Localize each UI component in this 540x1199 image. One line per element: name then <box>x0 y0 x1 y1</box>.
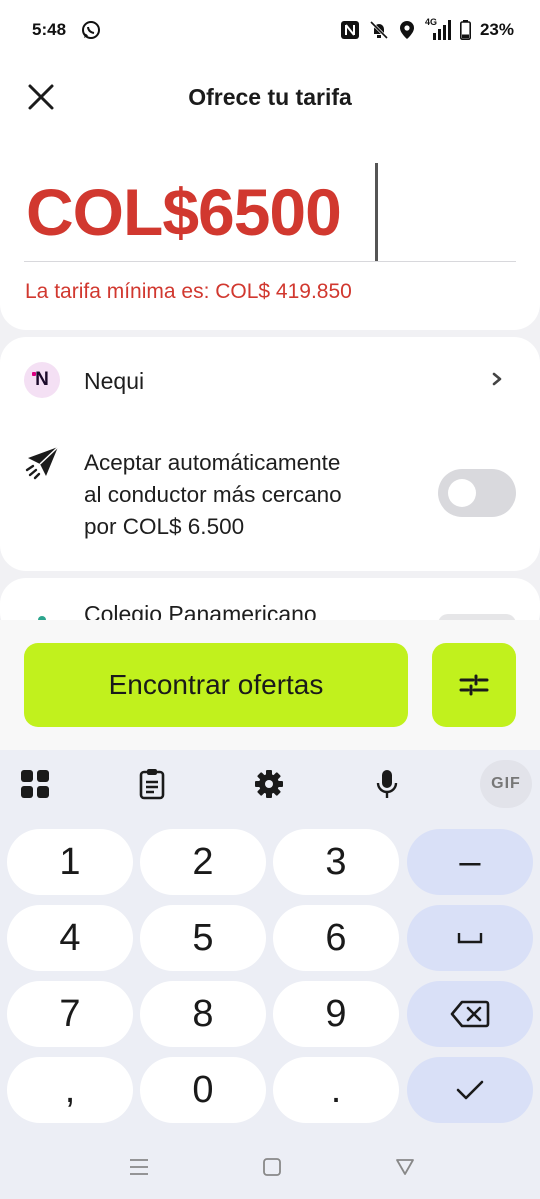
microphone-icon <box>376 770 398 798</box>
key-2[interactable]: 2 <box>140 829 266 895</box>
page-title: Ofrece tu tarifa <box>188 84 352 110</box>
nequi-logo-letter: N <box>35 369 49 390</box>
space-icon <box>457 933 483 944</box>
key-period[interactable]: . <box>273 1057 399 1123</box>
key-comma[interactable]: , <box>7 1057 133 1123</box>
key-0[interactable]: 0 <box>140 1057 266 1123</box>
paper-plane-icon <box>25 446 59 480</box>
find-offers-button[interactable]: Encontrar ofertas <box>24 643 408 727</box>
square-icon <box>263 1158 281 1176</box>
settings-button[interactable] <box>249 764 289 804</box>
nequi-logo: N <box>24 362 60 398</box>
status-time: 5:48 <box>32 20 67 39</box>
key-6[interactable]: 6 <box>273 905 399 971</box>
payment-method-label: Nequi <box>84 368 145 394</box>
battery-icon <box>459 20 471 40</box>
back-button[interactable] <box>390 1152 420 1182</box>
auto-accept-label: Aceptar automáticamente al conductor más… <box>84 447 414 543</box>
key-8[interactable]: 8 <box>140 981 266 1047</box>
fare-value: COL$6500 <box>26 175 342 249</box>
sliders-icon <box>459 674 489 696</box>
network-type: 4G <box>424 17 437 27</box>
auto-accept-line-3: por COL$ 6.500 <box>84 514 245 539</box>
gear-icon <box>255 770 283 798</box>
text-cursor <box>375 163 378 261</box>
toggle-knob <box>448 479 476 507</box>
nfc-icon <box>340 20 360 40</box>
filter-button[interactable] <box>432 643 516 727</box>
clipboard-button[interactable] <box>132 764 172 804</box>
signal-icon: 4G <box>424 17 451 41</box>
voice-input-button[interactable] <box>367 764 407 804</box>
auto-accept-line-1: Aceptar automáticamente <box>84 450 341 475</box>
destination-label: Colegio Panamericano <box>84 601 317 620</box>
key-9[interactable]: 9 <box>273 981 399 1047</box>
destination-row[interactable]: Colegio Panamericano <box>0 578 540 620</box>
home-button[interactable] <box>257 1152 287 1182</box>
auto-accept-toggle[interactable] <box>438 469 516 517</box>
grid-icon <box>21 770 49 798</box>
backspace-icon <box>450 1000 490 1028</box>
chevron-right-icon <box>492 372 502 386</box>
key-7[interactable]: 7 <box>7 981 133 1047</box>
key-1[interactable]: 1 <box>7 829 133 895</box>
battery-percent: 23% <box>479 20 514 39</box>
key-space[interactable] <box>407 905 533 971</box>
key-minus[interactable]: – <box>407 829 533 895</box>
clipboard-icon <box>139 769 165 800</box>
recent-apps-button[interactable] <box>124 1152 154 1182</box>
whatsapp-icon <box>81 20 101 40</box>
payment-method-row[interactable]: N Nequi <box>0 347 540 413</box>
key-done[interactable] <box>407 1057 533 1123</box>
fare-input[interactable]: COL$6500 <box>24 160 516 262</box>
numeric-keyboard <box>0 750 540 1199</box>
bell-off-icon <box>369 20 389 40</box>
apps-grid-button[interactable] <box>15 764 55 804</box>
key-5[interactable]: 5 <box>140 905 266 971</box>
menu-lines-icon <box>130 1159 148 1175</box>
status-icons: 4G 23% <box>340 17 514 41</box>
triangle-back-icon <box>396 1159 414 1175</box>
minimum-fare-warning: La tarifa mínima es: COL$ 419.850 <box>25 280 352 303</box>
auto-accept-line-2: al conductor más cercano <box>84 482 342 507</box>
key-3[interactable]: 3 <box>273 829 399 895</box>
key-backspace[interactable] <box>407 981 533 1047</box>
checkmark-icon <box>456 1080 484 1100</box>
location-icon <box>398 20 416 40</box>
key-4[interactable]: 4 <box>7 905 133 971</box>
gif-button[interactable]: GIF <box>480 760 532 808</box>
